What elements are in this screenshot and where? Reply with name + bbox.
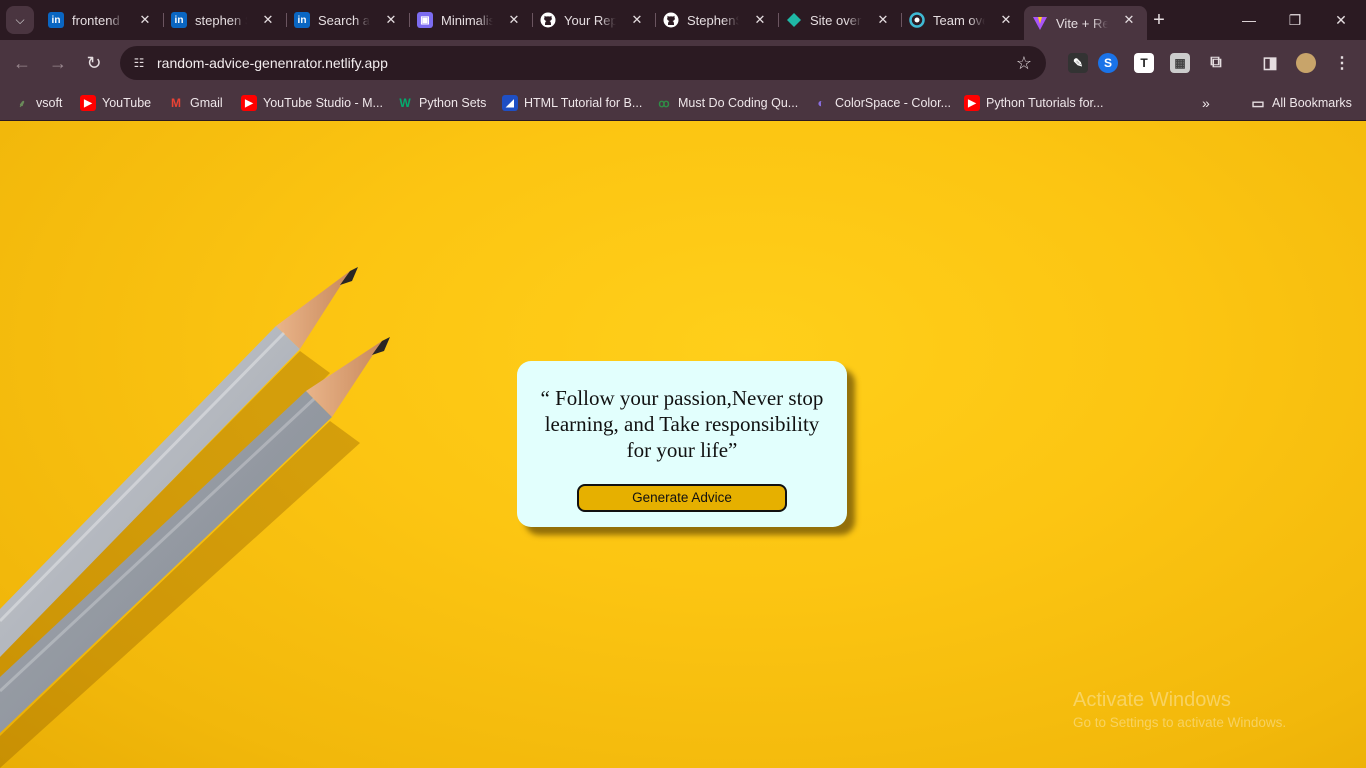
github-icon	[663, 12, 679, 28]
tab-title: StephenSt	[687, 12, 739, 28]
bookmark-item[interactable]: ꝏ Must Do Coding Qu...	[656, 93, 798, 113]
tab-close-icon[interactable]: ✕	[506, 12, 522, 28]
geeksforgeeks-icon: ꝏ	[658, 97, 670, 110]
tab-search-button[interactable]: ⌵	[6, 6, 34, 34]
profile-avatar[interactable]	[1296, 53, 1316, 73]
tab-title: Minimalist	[441, 12, 493, 28]
all-bookmarks-button[interactable]: ▭ All Bookmarks	[1250, 93, 1352, 113]
app-icon: ▣	[417, 12, 433, 28]
youtube-icon: ▶	[80, 95, 96, 111]
bookmark-item[interactable]: ⸙ vsoft	[14, 93, 62, 113]
tab-close-icon[interactable]: ✕	[383, 12, 399, 28]
browser-tab[interactable]: StephenSt ✕	[655, 6, 779, 34]
bookmark-label: YouTube	[102, 96, 152, 110]
github-icon	[540, 12, 556, 28]
vsoft-icon: ⸙	[18, 99, 26, 110]
tab-strip: ⌵ in frontend developer ✕ in stephen Ste…	[0, 0, 1366, 40]
text-extension-icon[interactable]: T	[1134, 53, 1154, 73]
youtube-studio-icon: ▶	[241, 95, 257, 111]
side-panel-icon[interactable]: ◨	[1260, 53, 1280, 73]
bookmark-label: ColorSpace - Color...	[835, 96, 952, 110]
reload-icon[interactable]: ↻	[82, 51, 106, 75]
watermark-title: Activate Windows	[1073, 689, 1231, 711]
new-tab-button[interactable]: +	[1149, 10, 1169, 30]
tab-title: Search all	[318, 12, 370, 28]
generate-advice-button[interactable]: Generate Advice	[577, 484, 787, 512]
advice-quote: “ Follow your passion,Never stop learnin…	[540, 386, 824, 462]
linkedin-icon: in	[48, 12, 64, 28]
tab-close-icon[interactable]: ✕	[260, 12, 276, 28]
address-bar[interactable]: ☷ random-advice-genenrator.netlify.app ☆	[120, 46, 1046, 80]
tab-title: stephen Stephen	[195, 12, 247, 28]
menu-kebab-icon[interactable]: ⋮	[1332, 53, 1352, 73]
bookmark-item[interactable]: ▶ YouTube	[80, 93, 151, 113]
tab-title: Your Repositories	[564, 12, 616, 28]
bookmark-item[interactable]: ◢ HTML Tutorial for B...	[502, 93, 642, 113]
bookmark-item[interactable]: ◐ ColorSpace - Color...	[813, 93, 951, 113]
tab-close-icon[interactable]: ✕	[752, 12, 768, 28]
bookmark-label: Python Sets	[419, 96, 487, 110]
browser-tab[interactable]: ▣ Minimalist ✕	[409, 6, 533, 34]
browser-toolbar: ← → ↻ ☷ random-advice-genenrator.netlify…	[0, 40, 1366, 86]
tab-close-icon[interactable]: ✕	[137, 12, 153, 28]
watermark-subtitle: Go to Settings to activate Windows.	[1073, 715, 1287, 730]
shazam-extension-icon[interactable]: S	[1098, 53, 1118, 73]
tab-close-icon[interactable]: ✕	[998, 12, 1014, 28]
bookmark-item[interactable]: W Python Sets	[397, 93, 486, 113]
bookmark-label: HTML Tutorial for B...	[524, 96, 643, 110]
browser-tab-active[interactable]: Vite + React ✕	[1024, 6, 1147, 40]
bookmark-star-icon[interactable]: ☆	[1016, 52, 1032, 74]
chevron-down-icon: ⌵	[15, 12, 25, 27]
bookmark-item[interactable]: ▶ YouTube Studio - M...	[241, 93, 383, 113]
minimize-icon[interactable]: —	[1237, 8, 1261, 32]
linkedin-icon: in	[171, 12, 187, 28]
extension-pen-icon[interactable]: ✎	[1068, 53, 1088, 73]
browser-tab[interactable]: in frontend developer ✕	[40, 6, 164, 34]
advice-card: “ Follow your passion,Never stop learnin…	[517, 361, 847, 527]
bookmark-label: Gmail	[190, 96, 223, 110]
folder-icon: ▭	[1251, 94, 1265, 111]
linkedin-icon: in	[294, 12, 310, 28]
page-viewport: “ Follow your passion,Never stop learnin…	[0, 121, 1366, 768]
netlify-team-icon	[909, 12, 925, 28]
bookmark-label: vsoft	[36, 96, 63, 110]
tab-title: Team overview	[933, 12, 985, 28]
youtube-icon: ▶	[964, 95, 980, 111]
browser-tab[interactable]: in Search all ✕	[286, 6, 410, 34]
tab-title: Site overview	[810, 12, 862, 28]
html-tutorial-icon: ◢	[502, 95, 518, 111]
forward-arrow-icon[interactable]: →	[46, 51, 70, 75]
vite-icon	[1032, 15, 1048, 31]
browser-tab[interactable]: in stephen Stephen ✕	[163, 6, 287, 34]
bookmark-label: YouTube Studio - M...	[263, 96, 383, 110]
image-extension-icon[interactable]: ▦	[1170, 53, 1190, 73]
url-text[interactable]: random-advice-genenrator.netlify.app	[157, 55, 388, 71]
tab-close-icon[interactable]: ✕	[1121, 12, 1137, 28]
browser-tab[interactable]: Site overview ✕	[778, 6, 902, 34]
netlify-icon	[786, 12, 802, 28]
activate-windows-watermark: Activate Windows Go to Settings to activ…	[1073, 689, 1286, 730]
bookmark-item[interactable]: ▶ Python Tutorials for...	[964, 93, 1103, 113]
more-bookmarks-chevron-icon[interactable]: »	[1202, 93, 1210, 113]
back-arrow-icon[interactable]: ←	[10, 51, 34, 75]
tab-title: frontend developer	[72, 12, 124, 28]
extensions-puzzle-icon[interactable]: ⧉	[1206, 53, 1226, 73]
bookmark-item[interactable]: M Gmail	[168, 93, 223, 113]
tab-close-icon[interactable]: ✕	[875, 12, 891, 28]
bookmarks-bar: ⸙ vsoft ▶ YouTube M Gmail ▶ YouTube Stud…	[0, 86, 1366, 120]
browser-tab[interactable]: Team overview ✕	[901, 6, 1024, 34]
gmail-icon: M	[171, 96, 181, 110]
restore-icon[interactable]: ❐	[1283, 8, 1307, 32]
site-info-icon[interactable]: ☷	[128, 52, 150, 74]
pencils-background-image	[0, 267, 390, 768]
colorspace-icon: ◐	[817, 96, 825, 110]
bookmark-label: Must Do Coding Qu...	[678, 96, 799, 110]
tab-title: Vite + React	[1056, 15, 1108, 31]
bookmark-label: Python Tutorials for...	[986, 96, 1104, 110]
close-window-icon[interactable]: ✕	[1329, 8, 1353, 32]
browser-tab[interactable]: Your Repositories ✕	[532, 6, 656, 34]
tab-close-icon[interactable]: ✕	[629, 12, 645, 28]
all-bookmarks-label: All Bookmarks	[1272, 96, 1352, 110]
w3schools-icon: W	[399, 96, 411, 110]
